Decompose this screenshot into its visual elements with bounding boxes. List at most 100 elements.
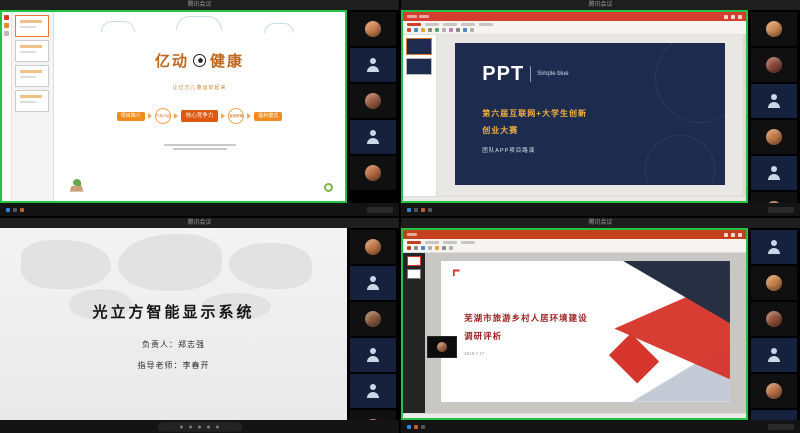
participant-tile[interactable] [751,12,797,46]
ribbon-toolbar[interactable] [403,21,746,35]
share-icon[interactable] [198,425,201,428]
app-icon[interactable] [4,15,9,20]
ribbon-icon[interactable] [463,28,467,32]
taskbar-app-icon[interactable] [414,424,418,429]
close-icon[interactable] [738,14,742,19]
participant-tile[interactable] [350,48,396,82]
participant-tile[interactable] [751,410,797,420]
slide-thumbnail[interactable] [15,15,49,37]
ribbon-tab[interactable] [461,23,475,26]
participant-tile[interactable] [350,12,396,46]
ribbon-icon[interactable] [442,28,446,32]
taskbar-app-icon[interactable] [20,207,24,212]
ribbon-tab[interactable] [479,23,493,26]
participant-tile[interactable] [751,120,797,154]
participant-tile[interactable] [350,84,396,118]
taskbar-app-icon[interactable] [421,207,425,212]
slide-thumbnail-panel[interactable] [403,35,437,196]
taskbar-app-icon[interactable] [428,207,432,212]
slide-thumbnail[interactable] [15,65,49,87]
ribbon-tab[interactable] [407,23,421,26]
slide-thumbnail[interactable] [15,40,49,62]
system-tray[interactable] [367,206,393,213]
ribbon-icons[interactable] [407,28,742,32]
camera-icon[interactable] [189,425,192,428]
ribbon-icon[interactable] [414,28,418,32]
mic-icon[interactable] [180,425,183,428]
taskbar-app-icon[interactable] [414,207,418,212]
participant-tile[interactable] [751,374,797,408]
meeting-controls[interactable] [157,422,242,431]
slide-thumbnail-panel[interactable] [12,12,54,201]
ribbon-icon[interactable] [470,28,474,32]
participant-tile[interactable] [350,230,396,264]
participant-tile[interactable] [751,266,797,300]
taskbar-app-icon[interactable] [421,424,425,429]
start-icon[interactable] [6,207,10,212]
ribbon-icon[interactable] [428,28,432,32]
ribbon-icon[interactable] [428,246,432,250]
start-icon[interactable] [407,207,411,212]
taskbar[interactable] [0,203,399,216]
close-icon[interactable] [738,232,742,237]
floating-camera-overlay[interactable] [427,336,457,359]
ribbon-tab[interactable] [425,23,439,26]
ribbon-icon[interactable] [421,28,425,32]
ribbon-icons[interactable] [407,246,742,250]
app-vertical-toolbar[interactable] [2,12,12,201]
slide-thumbnail[interactable] [407,256,421,266]
participant-tile[interactable] [751,192,797,203]
taskbar-app-icon[interactable] [13,207,17,212]
ribbon-icon[interactable] [435,28,439,32]
taskbar[interactable] [401,203,800,216]
start-icon[interactable] [407,424,411,429]
ribbon-icon[interactable] [407,246,411,250]
maximize-icon[interactable] [731,232,735,237]
ribbon-icon[interactable] [435,246,439,250]
ribbon-tab[interactable] [443,241,457,244]
ribbon-icon[interactable] [442,246,446,250]
participant-tile[interactable] [350,120,396,154]
ribbon-tab[interactable] [425,241,439,244]
participant-tile[interactable] [350,374,396,408]
slide-thumbnail[interactable] [406,38,432,55]
ribbon-tab[interactable] [407,241,421,244]
participant-tile[interactable] [350,338,396,372]
members-icon[interactable] [207,425,210,428]
participant-tile[interactable] [350,302,396,336]
system-tray[interactable] [768,206,794,213]
taskbar[interactable] [401,420,800,433]
participant-tile[interactable] [751,230,797,264]
ribbon-tabs[interactable] [407,241,742,244]
ribbon-tab[interactable] [443,23,457,26]
participant-tile[interactable] [350,156,396,190]
ribbon-icon[interactable] [449,246,453,250]
minimize-icon[interactable] [724,232,728,237]
ribbon-icon[interactable] [421,246,425,250]
slide-thumbnail[interactable] [407,269,421,279]
ribbon-icon[interactable] [449,28,453,32]
ribbon-icon[interactable] [407,28,411,32]
maximize-icon[interactable] [731,14,735,19]
slide-thumbnail[interactable] [15,90,49,112]
ribbon-tabs[interactable] [407,23,742,26]
slide-thumbnail-panel[interactable] [403,253,425,413]
participant-tile[interactable] [751,84,797,118]
meeting-control-bar[interactable] [0,420,399,433]
more-icon[interactable] [216,425,219,428]
participant-tile[interactable] [751,156,797,190]
slide-thumbnail[interactable] [406,58,432,75]
participant-tile[interactable] [350,410,396,420]
ribbon-tab[interactable] [461,241,475,244]
participant-tile[interactable] [350,266,396,300]
system-tray[interactable] [768,423,794,430]
participant-tile[interactable] [751,338,797,372]
tool-icon[interactable] [4,31,9,36]
participant-tile[interactable] [751,302,797,336]
tool-icon[interactable] [4,23,9,28]
participant-tile[interactable] [751,48,797,82]
minimize-icon[interactable] [724,14,728,19]
ribbon-icon[interactable] [456,28,460,32]
ribbon-icon[interactable] [414,246,418,250]
ribbon-toolbar[interactable] [403,239,746,253]
